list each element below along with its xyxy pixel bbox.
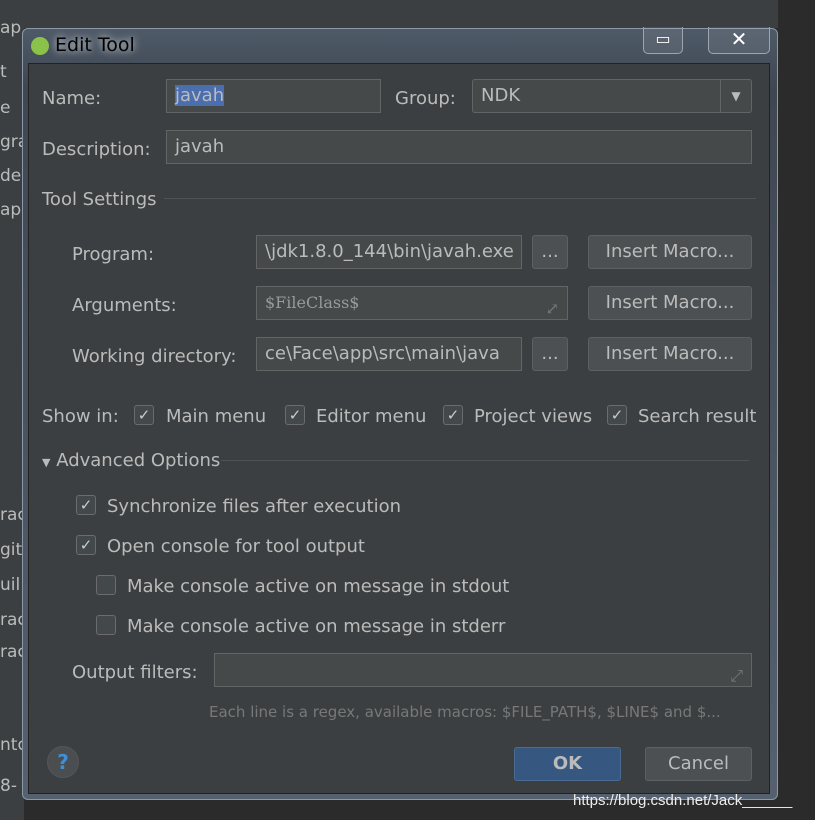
edit-tool-dialog: Edit Tool ▭ ✕ Name: javah Group: NDK ▼ D…	[22, 27, 778, 800]
open-console-label: Open console for tool output	[107, 536, 365, 557]
dialog-title: Edit Tool	[55, 34, 135, 56]
advanced-options-toggle[interactable]: ▼ Advanced Options	[42, 450, 220, 471]
name-input[interactable]: javah	[166, 79, 381, 113]
advanced-options-heading: Advanced Options	[56, 450, 221, 471]
output-filters-label: Output filters:	[72, 662, 198, 683]
program-browse-button[interactable]: ...	[532, 235, 568, 269]
arguments-input[interactable]: $FileClass$ ⤢	[256, 286, 568, 320]
close-button[interactable]: ✕	[708, 27, 770, 54]
project-views-checkbox[interactable]: ✓	[443, 405, 463, 425]
main-menu-checkbox[interactable]: ✓	[134, 405, 154, 425]
bg-fragment: t	[0, 62, 7, 82]
name-value: javah	[175, 85, 225, 106]
bg-fragment: ap	[0, 18, 22, 38]
tool-settings-heading: Tool Settings	[42, 189, 157, 210]
chevron-down-icon: ▼	[720, 80, 751, 112]
triangle-down-icon: ▼	[42, 456, 51, 469]
program-input[interactable]: \jdk1.8.0_144\bin\javah.exe	[256, 235, 522, 269]
expand-icon[interactable]: ⤢	[730, 660, 743, 686]
stdout-checkbox[interactable]	[96, 575, 116, 595]
show-in-label: Show in:	[42, 406, 119, 427]
main-menu-label: Main menu	[166, 406, 267, 427]
title-bar[interactable]: Edit Tool ▭ ✕	[23, 27, 777, 63]
stdout-label: Make console active on message in stdout	[127, 576, 510, 597]
output-filters-hint: Each line is a regex, available macros: …	[209, 703, 721, 721]
description-label: Description:	[42, 139, 151, 160]
cancel-button[interactable]: Cancel	[645, 747, 752, 781]
bg-fragment: 8-	[0, 776, 17, 796]
ide-background-right	[778, 0, 815, 820]
name-label: Name:	[42, 88, 102, 109]
help-button[interactable]: ?	[47, 746, 79, 778]
synchronize-checkbox[interactable]: ✓	[76, 495, 96, 515]
watermark: https://blog.csdn.net/Jack______	[573, 792, 793, 809]
search-result-label: Search result	[638, 406, 757, 427]
stderr-label: Make console active on message in stderr	[127, 616, 506, 637]
arguments-label: Arguments:	[72, 295, 177, 316]
bg-fragment: e	[0, 98, 11, 118]
search-result-checkbox[interactable]: ✓	[607, 405, 627, 425]
group-label: Group:	[395, 88, 456, 109]
separator	[164, 198, 756, 199]
group-select[interactable]: NDK ▼	[472, 79, 752, 113]
android-studio-icon	[31, 37, 49, 55]
program-insert-macro-button[interactable]: Insert Macro...	[588, 235, 752, 269]
output-filters-input[interactable]: ⤢	[214, 653, 752, 687]
editor-menu-label: Editor menu	[316, 406, 427, 427]
open-console-checkbox[interactable]: ✓	[76, 535, 96, 555]
stderr-checkbox[interactable]	[96, 615, 116, 635]
project-views-label: Project views	[474, 406, 593, 427]
working-directory-browse-button[interactable]: ...	[532, 337, 568, 371]
synchronize-label: Synchronize files after execution	[107, 496, 401, 517]
dialog-content: Name: javah Group: NDK ▼ Description: ja…	[28, 63, 770, 794]
ide-project-panel: ap t e gra de app rac giti uil rac rac n…	[0, 0, 32, 820]
ide-background-top	[24, 0, 815, 28]
bg-fragment: uil	[0, 575, 21, 595]
arguments-value: $FileClass$	[265, 293, 360, 312]
bg-fragment: de	[0, 166, 22, 186]
arguments-insert-macro-button[interactable]: Insert Macro...	[588, 286, 752, 320]
ok-button[interactable]: OK	[514, 747, 621, 781]
editor-menu-checkbox[interactable]: ✓	[285, 405, 305, 425]
group-value: NDK	[481, 85, 521, 106]
restore-button[interactable]: ▭	[643, 27, 683, 54]
description-input[interactable]: javah	[166, 130, 752, 164]
program-label: Program:	[72, 244, 155, 265]
working-directory-label: Working directory:	[72, 346, 237, 367]
separator	[221, 460, 749, 461]
working-directory-insert-macro-button[interactable]: Insert Macro...	[588, 337, 752, 371]
working-directory-input[interactable]: ce\Face\app\src\main\java	[256, 337, 522, 371]
expand-icon[interactable]: ⤢	[546, 293, 559, 319]
